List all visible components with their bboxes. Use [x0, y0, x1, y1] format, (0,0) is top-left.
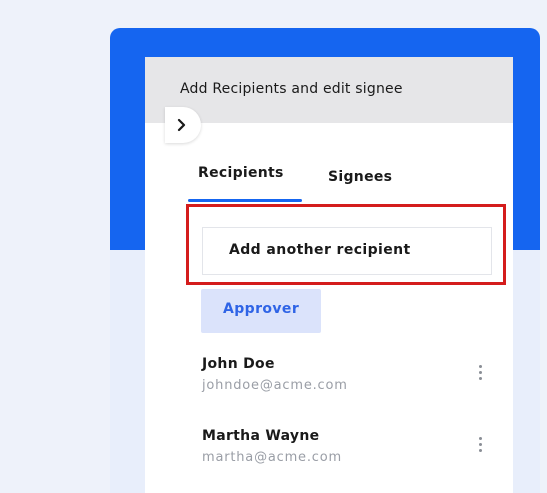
recipient-name: John Doe	[202, 356, 275, 372]
drawer-header: Add Recipients and edit signee	[145, 57, 513, 123]
active-tab-indicator	[188, 199, 302, 202]
approver-role-chip[interactable]: Approver	[201, 289, 321, 333]
drawer-title: Add Recipients and edit signee	[180, 81, 403, 97]
recipient-name: Martha Wayne	[202, 428, 320, 444]
tab-recipients[interactable]: Recipients	[198, 165, 284, 181]
highlight-box	[186, 204, 506, 285]
app-canvas: Add Recipients and edit signee Recipient…	[0, 0, 547, 493]
chevron-right-icon	[177, 118, 186, 132]
recipient-item: Martha Wayne martha@acme.com	[202, 428, 492, 478]
recipient-email: johndoe@acme.com	[202, 378, 348, 393]
kebab-menu-icon[interactable]	[474, 434, 488, 458]
recipient-email: martha@acme.com	[202, 450, 342, 465]
kebab-menu-icon[interactable]	[474, 362, 488, 386]
approver-role-label: Approver	[223, 301, 300, 317]
recipient-item: John Doe johndoe@acme.com	[202, 356, 492, 406]
tab-signees[interactable]: Signees	[328, 169, 392, 185]
collapse-drawer-button[interactable]	[165, 107, 201, 143]
